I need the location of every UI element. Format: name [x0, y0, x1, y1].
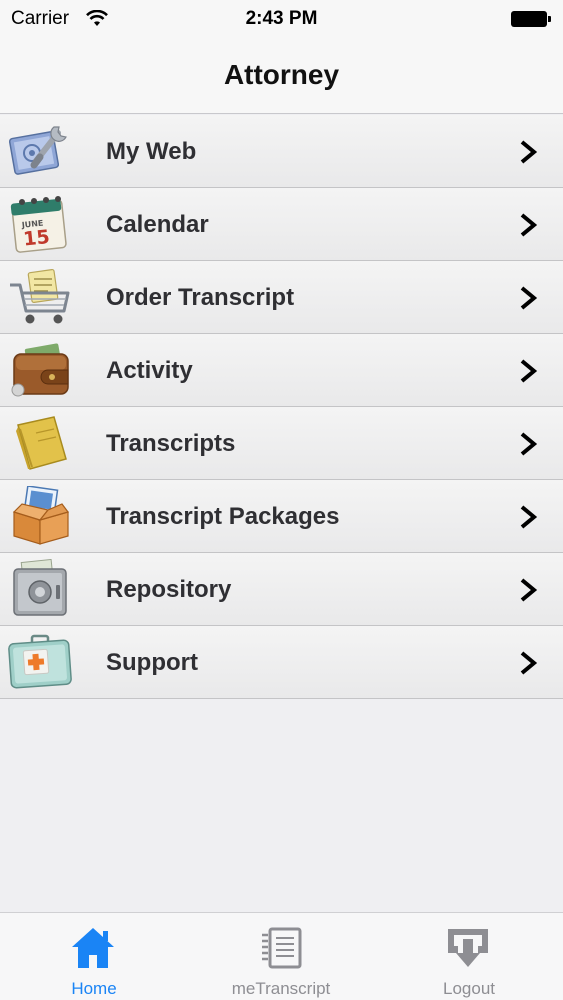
tab-label: meTranscript	[231, 979, 331, 998]
menu-item-label: Repository	[106, 576, 232, 603]
chevron-right-icon	[520, 432, 538, 456]
menu-item-transcripts[interactable]: Transcripts	[0, 407, 563, 480]
status-bar: Carrier 2:43 PM	[0, 0, 563, 38]
tab-bar: Home meTranscript Logout	[0, 912, 563, 1000]
tab-label: Home	[71, 979, 117, 998]
menu-item-support[interactable]: Support	[0, 626, 563, 699]
first-aid-kit-icon	[8, 634, 72, 689]
menu-item-transcript-packages[interactable]: Transcript Packages	[0, 480, 563, 553]
menu-item-label: Activity	[106, 357, 193, 384]
navigation-bar: Attorney	[0, 38, 563, 114]
notebook-icon	[16, 416, 67, 470]
logout-icon	[448, 929, 488, 967]
chevron-right-icon	[520, 359, 538, 383]
menu-item-label: Transcripts	[106, 430, 236, 457]
menu-item-activity[interactable]: Activity	[0, 334, 563, 407]
safe-icon	[13, 559, 67, 616]
menu-item-label: My Web	[106, 138, 197, 165]
package-box-icon	[12, 486, 70, 545]
menu-item-label: Calendar	[106, 211, 209, 238]
menu-item-my-web[interactable]: My Web	[0, 115, 563, 188]
tab-metranscript[interactable]: meTranscript	[187, 913, 375, 1000]
calendar-icon: JUNE 15	[10, 196, 67, 253]
tab-label: Logout	[443, 979, 495, 998]
chevron-right-icon	[520, 286, 538, 310]
menu-item-label: Support	[106, 649, 198, 676]
wallet-icon	[11, 343, 69, 397]
calendar-day-text: 15	[22, 226, 51, 251]
tab-home[interactable]: Home	[0, 913, 188, 1000]
tab-logout[interactable]: Logout	[375, 913, 563, 1000]
menu-item-repository[interactable]: Repository	[0, 553, 563, 626]
battery-icon	[511, 11, 551, 27]
chevron-right-icon	[520, 505, 538, 529]
menu-list: My Web JUNE 15 Calendar Order Transcript	[0, 115, 563, 699]
menu-item-label: Transcript Packages	[106, 503, 340, 530]
menu-item-label: Order Transcript	[106, 284, 295, 311]
menu-item-calendar[interactable]: JUNE 15 Calendar	[0, 188, 563, 261]
page-title: Attorney	[223, 59, 340, 90]
chevron-right-icon	[520, 651, 538, 675]
document-icon	[262, 927, 302, 969]
home-icon	[72, 928, 114, 968]
shopping-cart-icon	[10, 268, 70, 324]
status-time: 2:43 PM	[245, 8, 318, 29]
web-wrench-icon	[8, 126, 67, 175]
chevron-right-icon	[520, 140, 538, 164]
chevron-right-icon	[520, 213, 538, 237]
menu-item-order-transcript[interactable]: Order Transcript	[0, 261, 563, 334]
chevron-right-icon	[520, 578, 538, 602]
